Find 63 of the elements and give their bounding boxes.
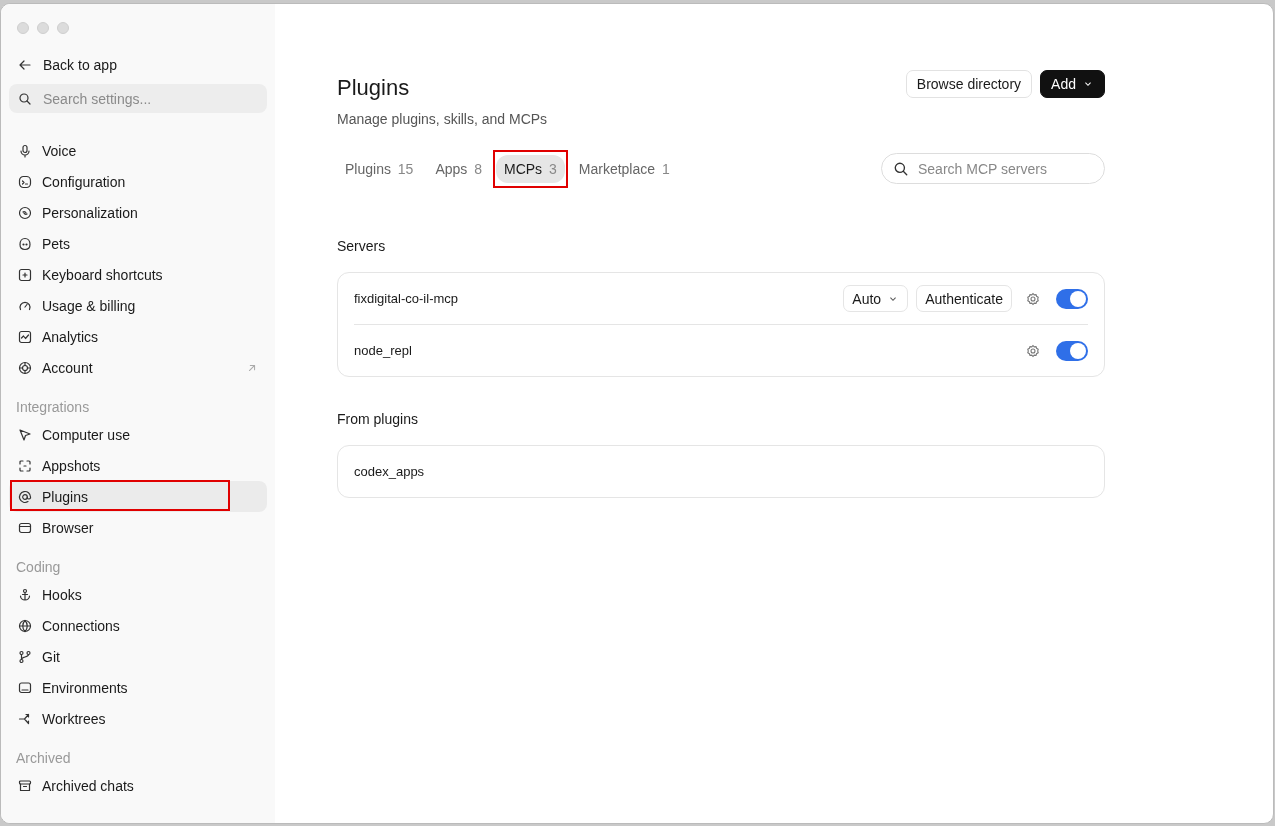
branch-icon (18, 649, 32, 664)
server-name: codex_apps (354, 464, 425, 479)
section-heading: Coding (15, 558, 62, 577)
keyboard-icon (18, 267, 32, 282)
archive-icon (18, 778, 32, 793)
toggle-switch[interactable] (1056, 340, 1088, 361)
sidebar-item[interactable]: Pets (9, 228, 267, 259)
monitor-icon (18, 680, 32, 695)
server-name: fixdigital-co-il-mcp (354, 291, 459, 306)
microphone-icon (18, 143, 32, 158)
sidebar-item[interactable]: Configuration (9, 166, 267, 197)
pet-icon (18, 236, 32, 251)
section-heading: Integrations (15, 398, 91, 417)
browser-window-icon (18, 520, 32, 535)
window-control[interactable] (57, 22, 69, 34)
knot-icon (18, 360, 32, 375)
tab[interactable]: Plugins 15 (337, 154, 422, 183)
window-control[interactable] (37, 22, 49, 34)
sidebar-item[interactable]: Keyboard shortcuts (9, 259, 267, 290)
sidebar-item[interactable]: Personalization (9, 197, 267, 228)
page-subtitle: Manage plugins, skills, and MCPs (337, 111, 548, 127)
sidebar-item[interactable]: Connections (9, 610, 267, 641)
tab[interactable]: Apps 8 (427, 154, 490, 183)
sidebar-item[interactable]: Analytics (9, 321, 267, 352)
browse-button[interactable]: Browse directory (905, 70, 1033, 98)
settings-icon (1026, 343, 1040, 358)
sidebar-item[interactable]: Voice (9, 135, 267, 166)
cursor-icon (18, 427, 32, 442)
sidebar-item[interactable]: Account (9, 352, 267, 383)
terminal-icon (18, 174, 32, 189)
capture-icon (18, 458, 32, 473)
sidebar-item[interactable]: Appshots (9, 450, 267, 481)
split-arrow-icon (18, 711, 32, 726)
back-arrow-icon (18, 58, 32, 72)
chart-icon (18, 329, 32, 344)
sidebar-item[interactable]: Hooks (9, 579, 267, 610)
add-button[interactable]: Add (1040, 70, 1105, 98)
section-heading: Archived (15, 749, 72, 768)
sidebar-item[interactable]: Computer use (9, 419, 267, 450)
tab[interactable]: Marketplace 1 (570, 154, 678, 183)
sidebar-item[interactable]: Git (9, 641, 267, 672)
settings-icon (1026, 291, 1040, 306)
face-icon (18, 205, 32, 220)
toggle-switch[interactable] (1056, 288, 1088, 309)
window-control[interactable] (17, 22, 29, 34)
sidebar-item[interactable]: Worktrees (9, 703, 267, 734)
mode-dropdown[interactable]: Auto (843, 285, 909, 312)
at-sign-icon (18, 489, 32, 504)
sidebar-item[interactable]: Environments (9, 672, 267, 703)
search-field[interactable]: Search MCP servers (881, 153, 1105, 184)
sidebar-item[interactable]: Archived chats (9, 770, 267, 801)
search-field[interactable]: Search settings... (9, 84, 267, 113)
authenticate-button[interactable]: Authenticate (916, 285, 1012, 312)
sidebar-item[interactable]: Browser (9, 512, 267, 543)
section-heading: Servers (337, 238, 387, 254)
sidebar-item[interactable]: Usage & billing (9, 290, 267, 321)
section-heading: From plugins (337, 411, 419, 427)
back-link[interactable]: Back to app (9, 54, 267, 76)
sidebar-item[interactable]: Plugins (9, 481, 267, 512)
anchor-icon (18, 587, 32, 602)
globe-icon (18, 618, 32, 633)
server-name: node_repl (354, 343, 412, 358)
page-title: Plugins (337, 75, 411, 101)
